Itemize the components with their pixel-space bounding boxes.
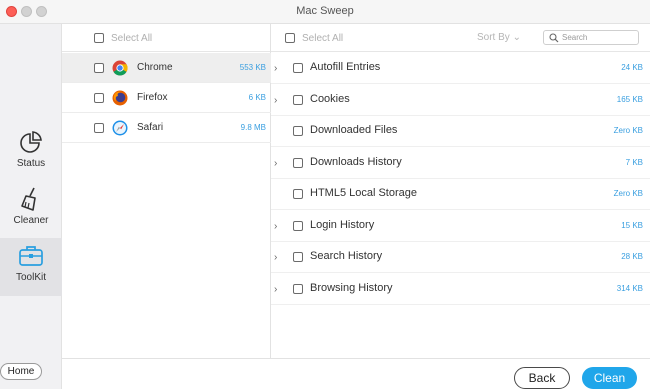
- item-row-search-history[interactable]: › Search History 28 KB: [271, 242, 650, 273]
- browser-name: Chrome: [137, 62, 173, 73]
- search-input[interactable]: [562, 32, 636, 43]
- item-row-downloads-history[interactable]: › Downloads History 7 KB: [271, 148, 650, 179]
- select-all-label: Select All: [302, 33, 344, 44]
- sidebar-item-label: ToolKit: [15, 272, 46, 283]
- window-title: Mac Sweep: [296, 5, 354, 17]
- browser-checkbox[interactable]: [94, 123, 104, 133]
- item-size: 24 KB: [621, 63, 643, 72]
- home-button[interactable]: Home: [0, 363, 42, 380]
- clean-button[interactable]: Clean: [582, 367, 637, 389]
- item-row-downloaded-files[interactable]: Downloaded Files Zero KB: [271, 116, 650, 147]
- select-all-items-checkbox[interactable]: [285, 33, 295, 43]
- safari-icon: [112, 120, 128, 136]
- item-name: Search History: [310, 250, 383, 262]
- item-checkbox[interactable]: [293, 95, 303, 105]
- sidebar-item-cleaner[interactable]: Cleaner: [0, 186, 62, 242]
- item-row-autofill-entries[interactable]: › Autofill Entries 24 KB: [271, 53, 650, 84]
- sort-by-dropdown[interactable]: Sort By ⌄: [477, 32, 521, 43]
- item-size: Zero KB: [613, 189, 643, 198]
- browser-size: 6 KB: [248, 93, 266, 102]
- item-checkbox[interactable]: [293, 221, 303, 231]
- select-all-browsers-checkbox[interactable]: [94, 33, 104, 43]
- browser-size: 9.8 MB: [240, 123, 266, 132]
- expand-chevron-icon[interactable]: ›: [274, 158, 277, 169]
- browser-row-chrome[interactable]: Chrome 553 KB: [62, 53, 271, 83]
- broom-icon: [21, 187, 36, 211]
- pie-chart-icon: [20, 131, 42, 153]
- item-name: Downloaded Files: [310, 124, 398, 136]
- expand-chevron-icon[interactable]: ›: [274, 95, 277, 106]
- item-size: Zero KB: [613, 126, 643, 135]
- browser-size: 553 KB: [239, 63, 266, 72]
- expand-chevron-icon[interactable]: ›: [274, 252, 277, 263]
- toolkit-icon: [19, 246, 43, 266]
- browser-list-pane: Select All Chrome 553 KB Firefox 6 KB Sa…: [62, 24, 271, 358]
- sidebar-item-status[interactable]: Status: [0, 129, 62, 185]
- item-name: HTML5 Local Storage: [310, 187, 417, 199]
- item-row-login-history[interactable]: › Login History 15 KB: [271, 211, 650, 242]
- item-size: 15 KB: [621, 221, 643, 230]
- item-row-html5-local-storage[interactable]: HTML5 Local Storage Zero KB: [271, 179, 650, 210]
- browser-name: Safari: [137, 122, 164, 133]
- back-button[interactable]: Back: [514, 367, 570, 389]
- browser-name: Firefox: [137, 92, 168, 103]
- item-size: 165 KB: [616, 95, 643, 104]
- browser-row-firefox[interactable]: Firefox 6 KB: [62, 83, 271, 113]
- firefox-icon: [112, 90, 128, 106]
- chevron-down-icon: ⌄: [512, 32, 521, 43]
- item-row-browsing-history[interactable]: › Browsing History 314 KB: [271, 274, 650, 305]
- item-checkbox[interactable]: [293, 284, 303, 294]
- item-name: Downloads History: [310, 156, 402, 168]
- item-checkbox[interactable]: [293, 63, 303, 73]
- item-checkbox[interactable]: [293, 158, 303, 168]
- items-list-pane: Select All Sort By ⌄ › Autofill Entries …: [271, 24, 650, 358]
- item-name: Browsing History: [310, 282, 393, 294]
- browser-checkbox[interactable]: [94, 63, 104, 73]
- browser-checkbox[interactable]: [94, 93, 104, 103]
- item-size: 314 KB: [616, 284, 643, 293]
- item-name: Cookies: [310, 93, 350, 105]
- items-list-header: Select All Sort By ⌄: [271, 24, 650, 52]
- footer-bar: Back Clean: [62, 358, 650, 389]
- item-checkbox[interactable]: [293, 126, 303, 136]
- sidebar-item-label: Status: [16, 158, 46, 169]
- sidebar: Status Cleaner ToolKit Home: [0, 24, 62, 389]
- item-name: Login History: [310, 219, 375, 231]
- sidebar-item-label: Cleaner: [13, 215, 49, 226]
- item-checkbox[interactable]: [293, 252, 303, 262]
- expand-chevron-icon[interactable]: ›: [274, 63, 277, 74]
- item-row-cookies[interactable]: › Cookies 165 KB: [271, 85, 650, 116]
- search-field[interactable]: [543, 30, 639, 45]
- sidebar-item-toolkit[interactable]: ToolKit: [0, 238, 62, 296]
- item-size: 28 KB: [621, 252, 643, 261]
- item-size: 7 KB: [625, 158, 643, 167]
- select-all-label: Select All: [111, 33, 153, 44]
- expand-chevron-icon[interactable]: ›: [274, 221, 277, 232]
- title-bar: Mac Sweep: [0, 0, 650, 24]
- expand-chevron-icon[interactable]: ›: [274, 284, 277, 295]
- item-name: Autofill Entries: [310, 61, 381, 73]
- browser-row-safari[interactable]: Safari 9.8 MB: [62, 113, 271, 143]
- chrome-icon: [112, 60, 128, 76]
- browser-list-header: Select All: [62, 24, 270, 52]
- search-icon: [549, 33, 559, 43]
- item-checkbox[interactable]: [293, 189, 303, 199]
- sort-by-label: Sort By: [477, 32, 510, 43]
